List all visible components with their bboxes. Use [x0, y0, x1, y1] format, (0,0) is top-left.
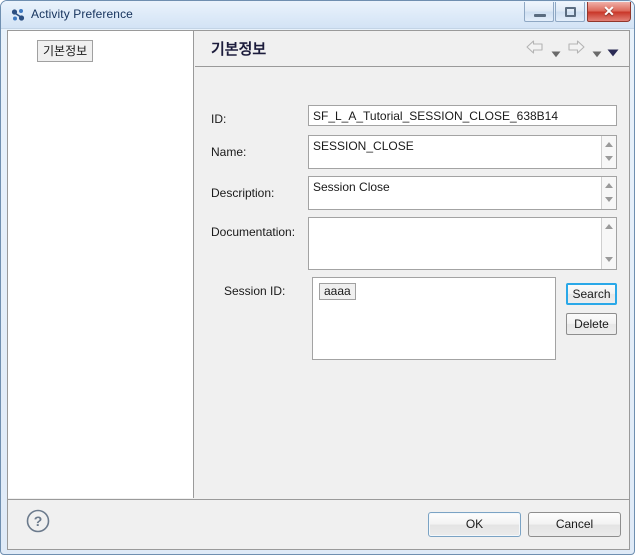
name-scroll-down-icon[interactable]	[602, 152, 616, 166]
label-documentation: Documentation:	[211, 225, 296, 239]
documentation-scrollbar[interactable]	[601, 218, 616, 269]
page-title: 기본정보	[211, 41, 267, 58]
dialog-client-area: 기본정보 기본정보 ID: SF_L_A_Tutorial_SESSION_CL…	[7, 30, 630, 550]
title-bar[interactable]: Activity Preference ✕	[1, 1, 634, 29]
input-documentation[interactable]	[308, 217, 617, 270]
label-session-id: Session ID:	[224, 284, 286, 298]
page-header: 기본정보	[195, 31, 629, 67]
preference-page: 기본정보 ID: SF_L_A_Tutorial_SESSION_CLOSE_6…	[195, 31, 629, 498]
minimize-icon	[534, 14, 546, 17]
delete-button[interactable]: Delete	[566, 313, 617, 335]
view-menu-icon[interactable]	[607, 44, 619, 62]
close-button[interactable]: ✕	[587, 2, 631, 22]
description-scrollbar[interactable]	[601, 177, 616, 209]
forward-arrow-icon[interactable]	[567, 40, 585, 59]
dialog-window: Activity Preference ✕ 기본정보 기본정보 ID: SF_L…	[0, 0, 635, 555]
help-icon[interactable]: ?	[25, 508, 51, 534]
label-id: ID:	[211, 112, 227, 126]
maximize-button[interactable]	[555, 2, 585, 22]
preference-tree[interactable]: 기본정보	[8, 31, 194, 498]
minimize-button[interactable]	[524, 2, 554, 22]
input-description[interactable]: Session Close	[308, 176, 617, 210]
svg-text:?: ?	[34, 513, 43, 529]
input-id[interactable]: SF_L_A_Tutorial_SESSION_CLOSE_638B14	[308, 105, 617, 126]
name-scroll-up-icon[interactable]	[602, 138, 616, 152]
input-description-value: Session Close	[313, 180, 390, 194]
maximize-icon	[565, 7, 576, 17]
activity-preference-icon	[10, 7, 26, 23]
input-name[interactable]: SESSION_CLOSE	[308, 135, 617, 169]
cancel-button[interactable]: Cancel	[528, 512, 621, 537]
documentation-scroll-down-icon[interactable]	[602, 253, 616, 267]
label-description: Description:	[211, 186, 275, 200]
back-history-chevron-down-icon[interactable]	[551, 45, 561, 63]
label-name: Name:	[211, 145, 247, 159]
dialog-footer: ? OK Cancel	[8, 499, 629, 549]
description-scroll-down-icon[interactable]	[602, 193, 616, 207]
list-item[interactable]: aaaa	[319, 283, 356, 300]
close-icon: ✕	[603, 3, 615, 19]
documentation-scroll-up-icon[interactable]	[602, 220, 616, 234]
forward-history-chevron-down-icon[interactable]	[592, 45, 602, 63]
search-button[interactable]: Search	[566, 283, 617, 305]
ok-button[interactable]: OK	[428, 512, 521, 537]
description-scroll-up-icon[interactable]	[602, 179, 616, 193]
input-name-value: SESSION_CLOSE	[313, 139, 414, 153]
name-scrollbar[interactable]	[601, 136, 616, 168]
input-id-value: SF_L_A_Tutorial_SESSION_CLOSE_638B14	[313, 109, 559, 123]
back-arrow-icon[interactable]	[526, 40, 544, 59]
window-title: Activity Preference	[31, 7, 133, 21]
session-id-list[interactable]: aaaa	[312, 277, 556, 360]
sidebar-item-basic-info[interactable]: 기본정보	[37, 40, 94, 62]
